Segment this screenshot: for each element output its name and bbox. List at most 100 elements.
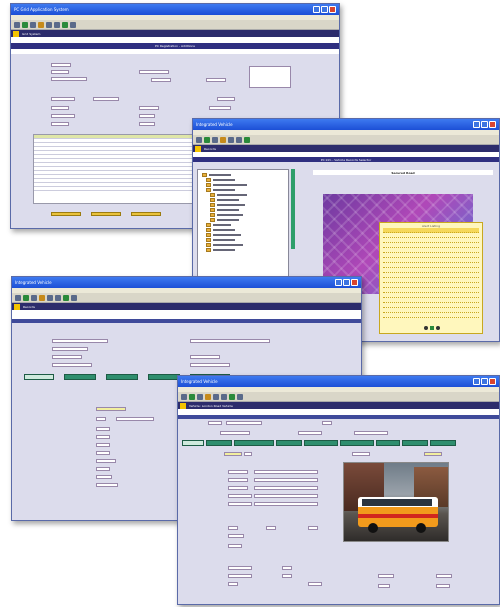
- detail-field-10[interactable]: [96, 483, 118, 487]
- detail-field-1[interactable]: [96, 407, 126, 411]
- postcode-field[interactable]: [209, 106, 231, 110]
- window-3-toolbar[interactable]: [12, 293, 361, 303]
- nav-icon[interactable]: [430, 326, 434, 330]
- toolbar-icon[interactable]: [237, 393, 243, 400]
- search-field[interactable]: [352, 452, 370, 456]
- driver-name-field[interactable]: [52, 339, 108, 343]
- fax-field[interactable]: [139, 122, 155, 126]
- start-date-field[interactable]: [217, 97, 235, 101]
- toolbar-icon[interactable]: [220, 136, 226, 143]
- date-extra-field-2[interactable]: [436, 584, 450, 588]
- end-field[interactable]: [190, 363, 230, 367]
- tab-insurance-2[interactable]: [276, 440, 302, 446]
- notes-box[interactable]: [249, 66, 291, 88]
- toolbar-icon[interactable]: [38, 21, 44, 28]
- vehicle-field-wide-2[interactable]: [254, 478, 318, 482]
- tab-driver-details[interactable]: [24, 374, 54, 380]
- maximize-icon[interactable]: [481, 378, 488, 385]
- phone-field[interactable]: [51, 114, 75, 118]
- general-field-2[interactable]: [244, 452, 252, 456]
- close-icon[interactable]: [329, 6, 336, 13]
- close-icon[interactable]: [489, 378, 496, 385]
- toolbar-icon[interactable]: [46, 21, 52, 28]
- toolbar-icon[interactable]: [14, 21, 20, 28]
- toolbar-icon[interactable]: [221, 393, 227, 400]
- tab-insurance[interactable]: [106, 374, 138, 380]
- toolbar-icon[interactable]: [31, 294, 37, 301]
- toolbar-icon[interactable]: [71, 294, 77, 301]
- window-3-titlebar[interactable]: Integrated Vehicle: [12, 277, 361, 288]
- detail-field-3[interactable]: [96, 427, 110, 431]
- records-grid[interactable]: [33, 134, 195, 204]
- spec-field-2[interactable]: [266, 526, 276, 530]
- spec-field-4[interactable]: [228, 534, 244, 538]
- vehicle-field-wide-5[interactable]: [254, 502, 318, 506]
- toolbar-icon[interactable]: [70, 21, 76, 28]
- detail-field-4[interactable]: [96, 435, 110, 439]
- make-field[interactable]: [151, 78, 171, 82]
- toolbar-icon[interactable]: [47, 294, 53, 301]
- toolbar-icon[interactable]: [244, 136, 250, 143]
- toolbar-icon[interactable]: [204, 136, 210, 143]
- toolbar-icon[interactable]: [236, 136, 242, 143]
- ref-field[interactable]: [51, 63, 71, 67]
- date-field[interactable]: [51, 77, 87, 81]
- toolbar-icon[interactable]: [23, 294, 29, 301]
- close-icon[interactable]: [489, 121, 496, 128]
- route-field[interactable]: [220, 431, 250, 435]
- type-field[interactable]: [51, 70, 69, 74]
- tab-vehicle-costs[interactable]: [340, 440, 374, 446]
- toolbar-icon[interactable]: [54, 21, 60, 28]
- cost-field-4[interactable]: [282, 566, 292, 570]
- table-row[interactable]: [34, 187, 194, 191]
- vehicle-field-1[interactable]: [228, 470, 248, 474]
- tab-bus-stop[interactable]: [376, 440, 400, 446]
- maximize-icon[interactable]: [481, 121, 488, 128]
- nav-icon[interactable]: [424, 326, 428, 330]
- minimize-icon[interactable]: [313, 6, 320, 13]
- vehicle-field-wide-3[interactable]: [254, 486, 318, 490]
- reg-field[interactable]: [139, 70, 169, 74]
- tree-scrollbar[interactable]: [291, 169, 295, 249]
- exit-button[interactable]: [131, 212, 161, 216]
- fleet-no-field[interactable]: [208, 421, 222, 425]
- expiry-field[interactable]: [52, 363, 92, 367]
- spec-field-5[interactable]: [228, 544, 242, 548]
- email-field[interactable]: [51, 122, 69, 126]
- toolbar-icon[interactable]: [39, 294, 45, 301]
- tab-maintenance[interactable]: [234, 440, 274, 446]
- mobile-field[interactable]: [139, 114, 155, 118]
- toolbar-icon[interactable]: [196, 136, 202, 143]
- toolbar-icon[interactable]: [22, 21, 28, 28]
- toolbar-icon[interactable]: [213, 393, 219, 400]
- driver-id-field[interactable]: [52, 347, 88, 351]
- toolbar-icon[interactable]: [181, 393, 187, 400]
- town-field[interactable]: [139, 106, 159, 110]
- toolbar-icon[interactable]: [62, 21, 68, 28]
- licence-field[interactable]: [52, 355, 82, 359]
- status-field[interactable]: [190, 339, 270, 343]
- toolbar-icon[interactable]: [197, 393, 203, 400]
- date-extra-field[interactable]: [378, 584, 390, 588]
- close-icon[interactable]: [351, 279, 358, 286]
- search-field-2[interactable]: [424, 452, 442, 456]
- toolbar-icon[interactable]: [55, 294, 61, 301]
- window-2-toolbar[interactable]: [193, 135, 499, 145]
- window-1-titlebar[interactable]: PC Grid Application System: [11, 4, 339, 15]
- tab-certification[interactable]: [304, 440, 338, 446]
- tree-item[interactable]: [198, 247, 288, 252]
- minimize-icon[interactable]: [473, 121, 480, 128]
- detail-field-6[interactable]: [96, 451, 110, 455]
- minimize-icon[interactable]: [335, 279, 342, 286]
- cost-field-2[interactable]: [228, 574, 252, 578]
- start-field[interactable]: [190, 355, 220, 359]
- detail-field-2[interactable]: [96, 417, 106, 421]
- tab-notes[interactable]: [430, 440, 456, 446]
- toolbar-icon[interactable]: [63, 294, 69, 301]
- nav-icon[interactable]: [436, 326, 440, 330]
- list-item[interactable]: [383, 313, 479, 318]
- vehicle-name-field[interactable]: [226, 421, 262, 425]
- toolbar-icon[interactable]: [229, 393, 235, 400]
- vehicle-field-wide-4[interactable]: [254, 494, 318, 498]
- surname-field[interactable]: [51, 97, 75, 101]
